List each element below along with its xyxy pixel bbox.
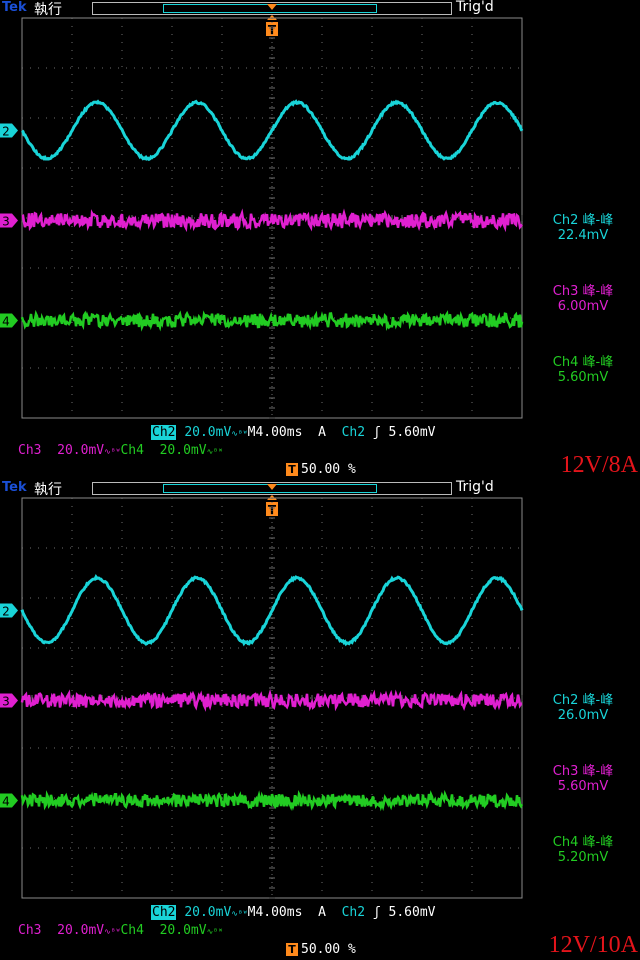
measurement-ch4[interactable]: Ch4 峰-峰 5.60mV [528,355,638,385]
load-condition-label: 12V/10A [549,932,638,959]
ch2-status-label[interactable]: Ch2 [151,905,176,920]
measurement-ch2[interactable]: Ch2 峰-峰 22.4mV [528,213,638,243]
trigger-t-icon: T [286,463,298,476]
ch4-status-label[interactable]: Ch4 [120,923,143,938]
ch3-ground-marker: 3 [0,694,18,709]
measurement-ch4-label: Ch4 峰-峰 [528,355,638,370]
ch2-vertical-scale[interactable]: 20.0mV [184,905,231,920]
trigger-source[interactable]: Ch2 [342,425,365,440]
ch2-status-label[interactable]: Ch2 [151,425,176,440]
bw-limit-icon: ∿ᴮᵂ [207,927,223,936]
ch2-ground-marker-label: 2 [2,605,10,619]
status-line-1: Ch2 20.0mV∿ᴮᵂM4.00ms A Ch2 ʃ 5.60mV [151,905,436,922]
measurement-ch2-label: Ch2 峰-峰 [528,213,638,228]
measurement-ch3-value: 5.60mV [528,779,638,794]
ch4-ground-marker: 4 [0,794,18,809]
trigger-position-value: 50.00 % [301,462,356,477]
measurement-ch2-value: 22.4mV [528,228,638,243]
trigger-mode: A [318,905,326,920]
ch4-ground-marker-label: 4 [2,795,10,809]
bw-limit-icon: ∿ᴮᵂ [231,429,247,438]
waveform-graticule: 2 3 4 [0,480,530,905]
ch2-waveform [22,577,522,644]
measurement-ch3-label: Ch3 峰-峰 [528,764,638,779]
measurement-readouts: Ch2 峰-峰 26.0mV Ch3 峰-峰 5.60mV Ch4 峰-峰 5.… [528,480,640,960]
measurement-ch3[interactable]: Ch3 峰-峰 5.60mV [528,764,638,794]
measurement-ch3-value: 6.00mV [528,299,638,314]
ch4-ground-marker: 4 [0,314,18,329]
ch4-ground-marker-label: 4 [2,315,10,329]
trigger-position-readout[interactable]: T 50.00 % [286,942,356,958]
measurement-ch2[interactable]: Ch2 峰-峰 26.0mV [528,693,638,723]
trigger-mode: A [318,425,326,440]
measurement-ch2-label: Ch2 峰-峰 [528,693,638,708]
trigger-slope-icon: ʃ [373,905,381,920]
measurement-ch4-value: 5.20mV [528,850,638,865]
ch3-ground-marker-label: 3 [2,215,10,229]
ch2-vertical-scale[interactable]: 20.0mV [184,425,231,440]
ch3-status-label[interactable]: Ch3 [18,443,41,458]
ch3-ground-marker: 3 [0,214,18,229]
ch3-vertical-scale[interactable]: 20.0mV [57,923,104,938]
ch2-ground-marker: 2 [0,124,18,139]
ch4-waveform [22,314,522,328]
measurement-readouts: Ch2 峰-峰 22.4mV Ch3 峰-峰 6.00mV Ch4 峰-峰 5.… [528,0,640,480]
bw-limit-icon: ∿ᴮᵂ [104,927,120,936]
trigger-position-value: 50.00 % [301,942,356,957]
measurement-ch3-label: Ch3 峰-峰 [528,284,638,299]
timebase[interactable]: M4.00ms [248,425,303,440]
ch4-vertical-scale[interactable]: 20.0mV [160,443,207,458]
measurement-ch4-value: 5.60mV [528,370,638,385]
scope-screen-10a: Tek 執行 Trig'd T 234 Ch2 峰-峰 26.0mV Ch3 峰… [0,480,640,960]
trigger-t-icon: T [286,943,298,956]
ch4-waveform [22,794,522,807]
trigger-level[interactable]: 5.60mV [389,425,436,440]
status-line-2: Ch3 20.0mV∿ᴮᵂCh4 20.0mV∿ᴮᵂ [18,923,223,940]
timebase[interactable]: M4.00ms [248,905,303,920]
bw-limit-icon: ∿ᴮᵂ [231,909,247,918]
bw-limit-icon: ∿ᴮᵂ [104,447,120,456]
status-line-1: Ch2 20.0mV∿ᴮᵂM4.00ms A Ch2 ʃ 5.60mV [151,425,436,442]
trigger-level[interactable]: 5.60mV [389,905,436,920]
ch3-waveform [22,213,522,228]
measurement-ch4[interactable]: Ch4 峰-峰 5.20mV [528,835,638,865]
ch2-ground-marker: 2 [0,604,18,619]
measurement-ch2-value: 26.0mV [528,708,638,723]
ch4-status-label[interactable]: Ch4 [120,443,143,458]
ch3-ground-marker-label: 3 [2,695,10,709]
bw-limit-icon: ∿ᴮᵂ [207,447,223,456]
trigger-position-readout[interactable]: T 50.00 % [286,462,356,478]
status-line-2: Ch3 20.0mV∿ᴮᵂCh4 20.0mV∿ᴮᵂ [18,443,223,460]
ch3-status-label[interactable]: Ch3 [18,923,41,938]
measurement-ch3[interactable]: Ch3 峰-峰 6.00mV [528,284,638,314]
measurement-ch4-label: Ch4 峰-峰 [528,835,638,850]
waveform-graticule: 2 3 4 [0,0,530,425]
trigger-source[interactable]: Ch2 [342,905,365,920]
ch2-ground-marker-label: 2 [2,125,10,139]
load-condition-label: 12V/8A [561,452,638,479]
trigger-slope-icon: ʃ [373,425,381,440]
ch3-vertical-scale[interactable]: 20.0mV [57,443,104,458]
ch4-vertical-scale[interactable]: 20.0mV [160,923,207,938]
scope-screen-8a: Tek 執行 Trig'd T 234 Ch2 峰-峰 22.4mV Ch3 峰… [0,0,640,480]
